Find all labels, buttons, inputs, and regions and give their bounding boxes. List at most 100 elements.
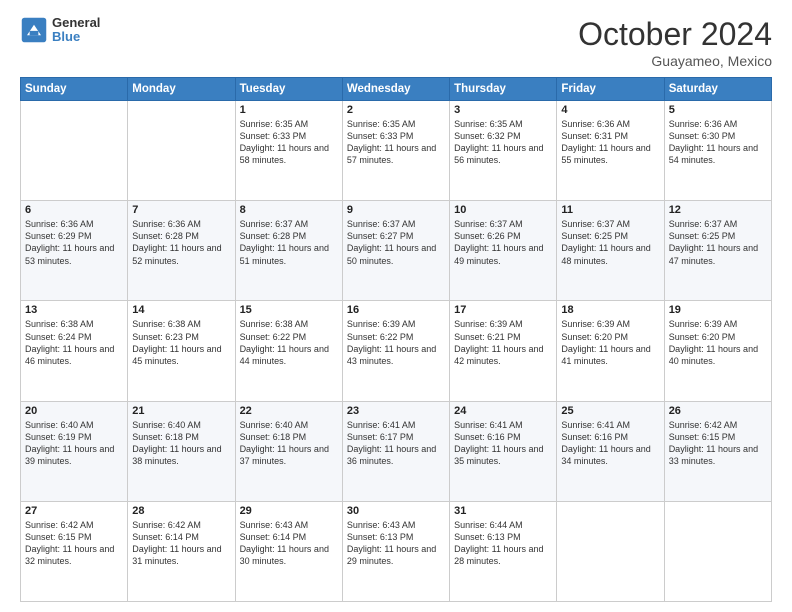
- day-number: 16: [347, 304, 445, 316]
- calendar-cell: [21, 101, 128, 201]
- cell-sun-info: Sunrise: 6:39 AM Sunset: 6:21 PM Dayligh…: [454, 318, 552, 367]
- calendar-cell: 4 Sunrise: 6:36 AM Sunset: 6:31 PM Daylig…: [557, 101, 664, 201]
- cell-sun-info: Sunrise: 6:41 AM Sunset: 6:16 PM Dayligh…: [561, 419, 659, 468]
- calendar-cell: 26Sunrise: 6:42 AM Sunset: 6:15 PM Dayli…: [664, 401, 771, 501]
- day-number: 29: [240, 505, 338, 517]
- calendar-cell: 5 Sunrise: 6:36 AM Sunset: 6:30 PM Daylig…: [664, 101, 771, 201]
- logo-general-text: General: [52, 16, 100, 30]
- cell-sun-info: Sunrise: 6:35 AM Sunset: 6:33 PM Dayligh…: [240, 118, 338, 167]
- calendar-cell: 29 Sunrise: 6:43 AM Sunset: 6:14 PM Dayli…: [235, 501, 342, 601]
- page: General Blue October 2024 Guayameo, Mexi…: [0, 0, 792, 612]
- calendar-cell: 1Sunrise: 6:35 AM Sunset: 6:33 PM Daylig…: [235, 101, 342, 201]
- calendar-cell: 22 Sunrise: 6:40 AM Sunset: 6:18 PM Dayli…: [235, 401, 342, 501]
- col-header-tuesday: Tuesday: [235, 78, 342, 101]
- cell-sun-info: Sunrise: 6:36 AM Sunset: 6:28 PM Dayligh…: [132, 218, 230, 267]
- cell-sun-info: Sunrise: 6:37 AM Sunset: 6:25 PM Dayligh…: [669, 218, 767, 267]
- cell-sun-info: Sunrise: 6:43 AM Sunset: 6:14 PM Dayligh…: [240, 519, 338, 568]
- cell-sun-info: Sunrise: 6:44 AM Sunset: 6:13 PM Dayligh…: [454, 519, 552, 568]
- calendar-cell: 11Sunrise: 6:37 AM Sunset: 6:25 PM Dayli…: [557, 201, 664, 301]
- day-number: 7: [132, 204, 230, 216]
- day-number: 5: [669, 104, 767, 116]
- calendar-cell: 12 Sunrise: 6:37 AM Sunset: 6:25 PM Dayli…: [664, 201, 771, 301]
- calendar-week-4: 20 Sunrise: 6:40 AM Sunset: 6:19 PM Dayli…: [21, 401, 772, 501]
- calendar-week-1: 1Sunrise: 6:35 AM Sunset: 6:33 PM Daylig…: [21, 101, 772, 201]
- day-number: 12: [669, 204, 767, 216]
- day-number: 14: [132, 304, 230, 316]
- day-number: 22: [240, 405, 338, 417]
- day-number: 20: [25, 405, 123, 417]
- calendar-cell: 27Sunrise: 6:42 AM Sunset: 6:15 PM Dayli…: [21, 501, 128, 601]
- calendar-cell: 14 Sunrise: 6:38 AM Sunset: 6:23 PM Dayli…: [128, 301, 235, 401]
- cell-sun-info: Sunrise: 6:36 AM Sunset: 6:31 PM Dayligh…: [561, 118, 659, 167]
- calendar-cell: 15 Sunrise: 6:38 AM Sunset: 6:22 PM Dayli…: [235, 301, 342, 401]
- calendar-cell: 23 Sunrise: 6:41 AM Sunset: 6:17 PM Dayli…: [342, 401, 449, 501]
- calendar-week-5: 27Sunrise: 6:42 AM Sunset: 6:15 PM Dayli…: [21, 501, 772, 601]
- day-number: 15: [240, 304, 338, 316]
- cell-sun-info: Sunrise: 6:37 AM Sunset: 6:27 PM Dayligh…: [347, 218, 445, 267]
- day-number: 31: [454, 505, 552, 517]
- calendar-cell: 13Sunrise: 6:38 AM Sunset: 6:24 PM Dayli…: [21, 301, 128, 401]
- calendar-cell: 18 Sunrise: 6:39 AM Sunset: 6:20 PM Dayli…: [557, 301, 664, 401]
- day-number: 23: [347, 405, 445, 417]
- cell-sun-info: Sunrise: 6:37 AM Sunset: 6:26 PM Dayligh…: [454, 218, 552, 267]
- logo: General Blue: [20, 16, 100, 45]
- day-number: 9: [347, 204, 445, 216]
- cell-sun-info: Sunrise: 6:39 AM Sunset: 6:20 PM Dayligh…: [669, 318, 767, 367]
- calendar-cell: 21 Sunrise: 6:40 AM Sunset: 6:18 PM Dayli…: [128, 401, 235, 501]
- day-number: 27: [25, 505, 123, 517]
- calendar-cell: [664, 501, 771, 601]
- day-number: 4: [561, 104, 659, 116]
- calendar-cell: [557, 501, 664, 601]
- calendar-cell: 17 Sunrise: 6:39 AM Sunset: 6:21 PM Dayli…: [450, 301, 557, 401]
- cell-sun-info: Sunrise: 6:38 AM Sunset: 6:23 PM Dayligh…: [132, 318, 230, 367]
- cell-sun-info: Sunrise: 6:40 AM Sunset: 6:19 PM Dayligh…: [25, 419, 123, 468]
- day-number: 13: [25, 304, 123, 316]
- calendar-cell: 28Sunrise: 6:42 AM Sunset: 6:14 PM Dayli…: [128, 501, 235, 601]
- day-number: 30: [347, 505, 445, 517]
- cell-sun-info: Sunrise: 6:39 AM Sunset: 6:22 PM Dayligh…: [347, 318, 445, 367]
- day-number: 24: [454, 405, 552, 417]
- calendar-cell: 19Sunrise: 6:39 AM Sunset: 6:20 PM Dayli…: [664, 301, 771, 401]
- calendar-cell: 24 Sunrise: 6:41 AM Sunset: 6:16 PM Dayli…: [450, 401, 557, 501]
- title-block: October 2024 Guayameo, Mexico: [578, 16, 772, 69]
- cell-sun-info: Sunrise: 6:41 AM Sunset: 6:16 PM Dayligh…: [454, 419, 552, 468]
- cell-sun-info: Sunrise: 6:37 AM Sunset: 6:25 PM Dayligh…: [561, 218, 659, 267]
- cell-sun-info: Sunrise: 6:38 AM Sunset: 6:22 PM Dayligh…: [240, 318, 338, 367]
- cell-sun-info: Sunrise: 6:37 AM Sunset: 6:28 PM Dayligh…: [240, 218, 338, 267]
- calendar-cell: [128, 101, 235, 201]
- day-number: 8: [240, 204, 338, 216]
- cell-sun-info: Sunrise: 6:35 AM Sunset: 6:33 PM Dayligh…: [347, 118, 445, 167]
- col-header-wednesday: Wednesday: [342, 78, 449, 101]
- logo-icon: [20, 16, 48, 44]
- calendar-cell: 6 Sunrise: 6:36 AM Sunset: 6:29 PM Daylig…: [21, 201, 128, 301]
- calendar-cell: 20 Sunrise: 6:40 AM Sunset: 6:19 PM Dayli…: [21, 401, 128, 501]
- day-number: 25: [561, 405, 659, 417]
- calendar-cell: 3Sunrise: 6:35 AM Sunset: 6:32 PM Daylig…: [450, 101, 557, 201]
- day-number: 17: [454, 304, 552, 316]
- calendar-cell: 7 Sunrise: 6:36 AM Sunset: 6:28 PM Daylig…: [128, 201, 235, 301]
- cell-sun-info: Sunrise: 6:40 AM Sunset: 6:18 PM Dayligh…: [132, 419, 230, 468]
- cell-sun-info: Sunrise: 6:41 AM Sunset: 6:17 PM Dayligh…: [347, 419, 445, 468]
- col-header-saturday: Saturday: [664, 78, 771, 101]
- month-title: October 2024: [578, 16, 772, 53]
- col-header-monday: Monday: [128, 78, 235, 101]
- calendar-cell: 16 Sunrise: 6:39 AM Sunset: 6:22 PM Dayli…: [342, 301, 449, 401]
- day-number: 3: [454, 104, 552, 116]
- cell-sun-info: Sunrise: 6:40 AM Sunset: 6:18 PM Dayligh…: [240, 419, 338, 468]
- calendar-table: SundayMondayTuesdayWednesdayThursdayFrid…: [20, 77, 772, 602]
- cell-sun-info: Sunrise: 6:36 AM Sunset: 6:30 PM Dayligh…: [669, 118, 767, 167]
- cell-sun-info: Sunrise: 6:43 AM Sunset: 6:13 PM Dayligh…: [347, 519, 445, 568]
- calendar-week-3: 13Sunrise: 6:38 AM Sunset: 6:24 PM Dayli…: [21, 301, 772, 401]
- logo-text: General Blue: [52, 16, 100, 45]
- day-number: 21: [132, 405, 230, 417]
- calendar-header-row: SundayMondayTuesdayWednesdayThursdayFrid…: [21, 78, 772, 101]
- calendar-cell: 25 Sunrise: 6:41 AM Sunset: 6:16 PM Dayli…: [557, 401, 664, 501]
- cell-sun-info: Sunrise: 6:39 AM Sunset: 6:20 PM Dayligh…: [561, 318, 659, 367]
- cell-sun-info: Sunrise: 6:42 AM Sunset: 6:15 PM Dayligh…: [669, 419, 767, 468]
- day-number: 6: [25, 204, 123, 216]
- day-number: 18: [561, 304, 659, 316]
- col-header-thursday: Thursday: [450, 78, 557, 101]
- cell-sun-info: Sunrise: 6:42 AM Sunset: 6:14 PM Dayligh…: [132, 519, 230, 568]
- header: General Blue October 2024 Guayameo, Mexi…: [20, 16, 772, 69]
- cell-sun-info: Sunrise: 6:36 AM Sunset: 6:29 PM Dayligh…: [25, 218, 123, 267]
